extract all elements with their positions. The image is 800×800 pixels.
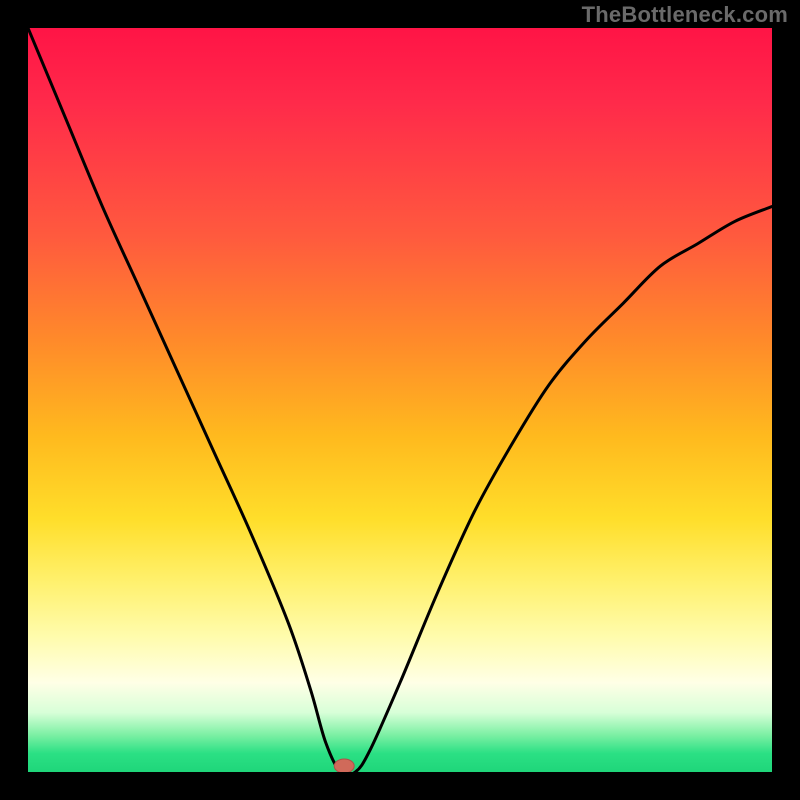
chart-frame: TheBottleneck.com <box>0 0 800 800</box>
bottleneck-curve <box>28 28 772 772</box>
chart-svg <box>28 28 772 772</box>
optimal-point-marker <box>334 759 354 772</box>
plot-area <box>28 28 772 772</box>
watermark-text: TheBottleneck.com <box>582 2 788 28</box>
